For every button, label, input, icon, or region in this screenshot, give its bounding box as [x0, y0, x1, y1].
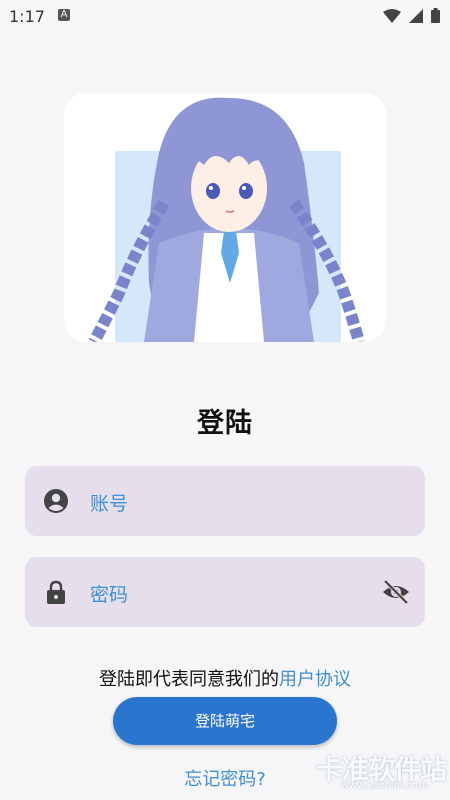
notification-icon: A [58, 9, 70, 21]
status-bar: 1:17 A [0, 0, 450, 34]
agreement-text: 登陆即代表同意我们的用户协议 [0, 665, 450, 691]
account-placeholder: 账号 [90, 493, 129, 515]
signal-icon [409, 8, 423, 23]
account-field[interactable]: 账号 [25, 466, 425, 536]
page-title: 登陆 [197, 408, 253, 439]
status-time: 1:17 [9, 7, 45, 26]
wifi-icon [383, 8, 401, 23]
password-field[interactable]: 密码 [25, 557, 425, 627]
visibility-off-icon[interactable] [381, 578, 411, 606]
lock-icon [47, 580, 65, 604]
login-button[interactable]: 登陆萌宅 [113, 697, 337, 745]
user-agreement-link[interactable]: 用户协议 [279, 669, 351, 690]
watermark-url: www.kazhun.com [340, 780, 428, 791]
hero-illustration [64, 93, 386, 342]
password-placeholder: 密码 [90, 584, 129, 606]
account-circle-icon [44, 489, 68, 513]
battery-icon [431, 8, 440, 23]
agreement-prefix: 登陆即代表同意我们的 [99, 669, 279, 690]
status-icons [383, 8, 440, 23]
